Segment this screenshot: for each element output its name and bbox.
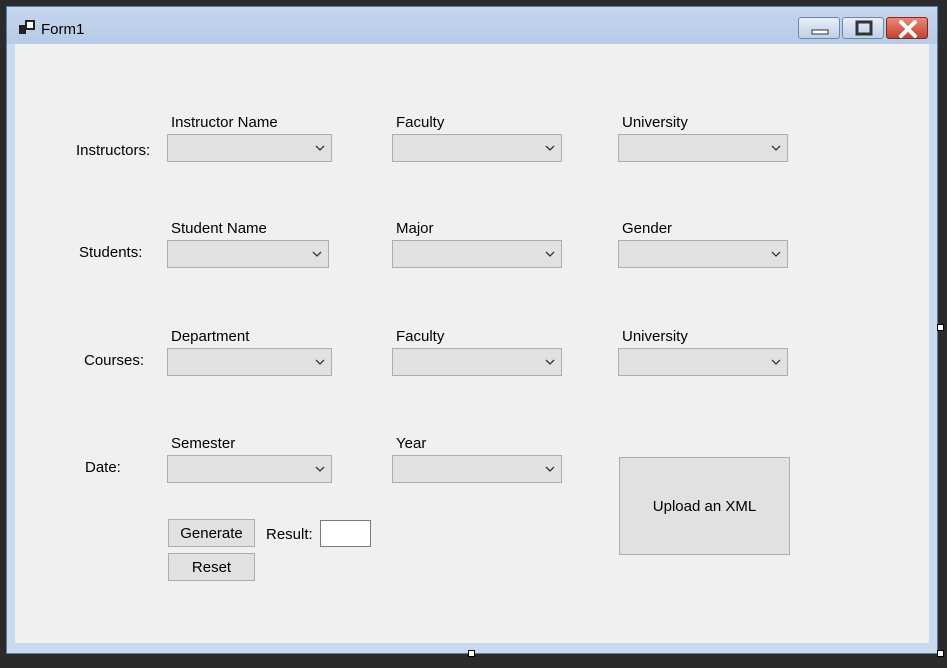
chevron-down-icon bbox=[545, 251, 555, 257]
instructors-row-label: Instructors: bbox=[76, 142, 151, 159]
year-label: Year bbox=[396, 435, 427, 452]
reset-button[interactable]: Reset bbox=[168, 553, 255, 581]
chevron-down-icon bbox=[315, 466, 325, 472]
year-combobox[interactable] bbox=[392, 455, 562, 483]
chevron-down-icon bbox=[771, 145, 781, 151]
result-textbox[interactable] bbox=[320, 520, 371, 547]
chevron-down-icon bbox=[545, 359, 555, 365]
minimize-button[interactable] bbox=[798, 17, 840, 39]
generate-button[interactable]: Generate bbox=[168, 519, 255, 547]
department-label: Department bbox=[171, 328, 250, 345]
result-label: Result: bbox=[266, 526, 313, 543]
chevron-down-icon bbox=[315, 145, 325, 151]
resize-handle-right[interactable] bbox=[937, 324, 944, 331]
form-window: Form1 Instructors: Instructor Name Facul… bbox=[6, 6, 938, 654]
resize-handle-corner[interactable] bbox=[937, 650, 944, 657]
chevron-down-icon bbox=[315, 359, 325, 365]
title-bar[interactable]: Form1 bbox=[7, 7, 937, 44]
semester-label: Semester bbox=[171, 435, 236, 452]
upload-xml-button[interactable]: Upload an XML bbox=[619, 457, 790, 555]
maximize-button[interactable] bbox=[842, 17, 884, 39]
chevron-down-icon bbox=[771, 251, 781, 257]
instructor-faculty-combobox[interactable] bbox=[392, 134, 562, 162]
semester-combobox[interactable] bbox=[167, 455, 332, 483]
course-faculty-combobox[interactable] bbox=[392, 348, 562, 376]
major-combobox[interactable] bbox=[392, 240, 562, 268]
window-title: Form1 bbox=[41, 21, 85, 38]
gender-label: Gender bbox=[622, 220, 673, 237]
close-icon bbox=[899, 20, 917, 38]
course-university-combobox[interactable] bbox=[618, 348, 788, 376]
close-button[interactable] bbox=[886, 17, 928, 39]
course-university-label: University bbox=[622, 328, 688, 345]
student-name-combobox[interactable] bbox=[167, 240, 329, 268]
chevron-down-icon bbox=[545, 466, 555, 472]
major-label: Major bbox=[396, 220, 434, 237]
gender-combobox[interactable] bbox=[618, 240, 788, 268]
resize-handle-bottom[interactable] bbox=[468, 650, 475, 657]
department-combobox[interactable] bbox=[167, 348, 332, 376]
chevron-down-icon bbox=[312, 251, 322, 257]
student-name-label: Student Name bbox=[171, 220, 267, 237]
faculty-label: Faculty bbox=[396, 114, 445, 131]
chevron-down-icon bbox=[771, 359, 781, 365]
form-client-area: Instructors: Instructor Name Faculty Uni… bbox=[15, 44, 929, 643]
instructor-name-combobox[interactable] bbox=[167, 134, 332, 162]
students-row-label: Students: bbox=[79, 244, 143, 261]
instructor-university-combobox[interactable] bbox=[618, 134, 788, 162]
instructor-name-label: Instructor Name bbox=[171, 114, 278, 131]
maximize-icon bbox=[855, 20, 873, 36]
minimize-icon bbox=[811, 29, 829, 35]
form-icon bbox=[19, 20, 35, 34]
date-row-label: Date: bbox=[85, 459, 121, 476]
courses-row-label: Courses: bbox=[84, 352, 145, 369]
university-label: University bbox=[622, 114, 688, 131]
chevron-down-icon bbox=[545, 145, 555, 151]
course-faculty-label: Faculty bbox=[396, 328, 445, 345]
